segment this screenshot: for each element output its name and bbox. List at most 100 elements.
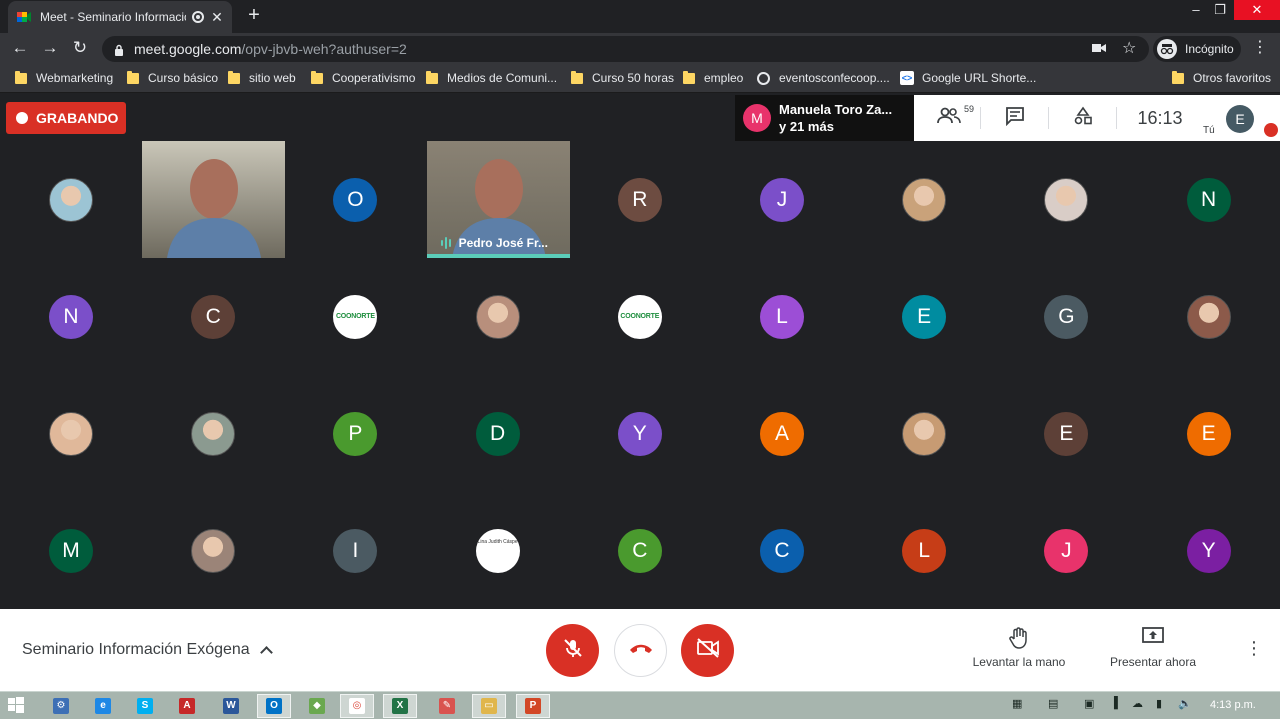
document-avatar: Lina Judith Cáspe — [475, 528, 520, 573]
notes-tray-icon[interactable]: ▤ — [1048, 697, 1058, 713]
taskbar-app-button[interactable]: ✎ — [430, 694, 464, 718]
leave-call-button[interactable] — [614, 624, 667, 677]
taskbar-app-button[interactable]: ▭ — [472, 694, 506, 718]
raise-hand-label: Levantar la mano — [972, 655, 1066, 669]
network-icon[interactable]: ▮ — [1156, 697, 1162, 713]
bookmark-cooperativismo[interactable]: Cooperativismo — [311, 70, 415, 86]
participant-tile[interactable] — [1138, 258, 1280, 375]
participant-tile[interactable] — [142, 141, 286, 258]
participant-tile[interactable]: N — [0, 258, 142, 375]
grid-tray-icon[interactable]: ▦ — [1012, 697, 1022, 713]
bookmark-star-icon[interactable]: ☆ — [1122, 36, 1136, 62]
participant-tile[interactable] — [995, 141, 1137, 258]
bookmark-medios[interactable]: Medios de Comuni... — [426, 70, 557, 86]
browser-tab[interactable]: Meet - Seminario Informació ✕ — [8, 1, 232, 33]
participant-tile[interactable] — [427, 258, 569, 375]
meeting-clock: 16:13 — [1137, 107, 1183, 128]
participant-tile[interactable]: C — [711, 492, 853, 609]
participant-tile[interactable]: C — [569, 492, 711, 609]
new-tab-button[interactable]: + — [244, 4, 264, 27]
taskbar-app-button[interactable]: e — [86, 694, 120, 718]
bookmark-eventosconfecoop[interactable]: eventosconfecoop.... — [757, 70, 890, 86]
address-bar[interactable]: meet.google.com/opv-jbvb-weh?authuser=2 … — [102, 36, 1149, 62]
present-now-button[interactable]: Presentar ahora — [1101, 627, 1205, 669]
participant-tile[interactable]: C — [142, 258, 284, 375]
participant-tile[interactable]: O — [284, 141, 426, 258]
participant-tile[interactable] — [0, 141, 142, 258]
taskbar-app-button[interactable]: ◎ — [340, 694, 374, 718]
camera-in-use-icon[interactable] — [1092, 36, 1106, 62]
back-button[interactable]: ← — [10, 38, 30, 58]
bookmark-curso-50-horas[interactable]: Curso 50 horas — [571, 70, 674, 86]
window-restore-button[interactable]: ❐ — [1210, 0, 1230, 20]
battery-icon[interactable]: ▐ — [1110, 697, 1118, 713]
participant-tile[interactable]: J — [711, 141, 853, 258]
participant-tile[interactable]: E — [1138, 375, 1280, 492]
bookmark-otros-favoritos[interactable]: Otros favoritos — [1172, 70, 1271, 86]
participant-tile[interactable]: Y — [1138, 492, 1280, 609]
participant-tile[interactable]: COONORTE — [569, 258, 711, 375]
participant-tile[interactable]: Y — [569, 375, 711, 492]
participant-tile[interactable]: A — [711, 375, 853, 492]
volume-icon[interactable]: 🔈 — [1178, 697, 1192, 713]
taskbar-app-button[interactable]: W — [214, 694, 248, 718]
participant-tile[interactable] — [142, 375, 284, 492]
self-avatar[interactable]: E — [1226, 105, 1254, 133]
participant-tile[interactable] — [853, 375, 995, 492]
incognito-indicator[interactable]: Incógnito — [1153, 36, 1241, 62]
taskbar-app-button[interactable]: O — [257, 694, 291, 718]
browser-menu-button[interactable]: ⋮ — [1252, 38, 1268, 58]
browser-tab-strip: Meet - Seminario Informació ✕ + – ❐ ✕ — [0, 0, 1280, 33]
window-minimize-button[interactable]: – — [1186, 0, 1206, 20]
meeting-details-button[interactable]: Seminario Información Exógena — [22, 641, 273, 659]
activities-button[interactable] — [1060, 95, 1106, 141]
divider — [1048, 107, 1049, 129]
participant-tile[interactable]: Pedro José Fr... — [426, 141, 570, 258]
participant-tile[interactable]: E — [853, 258, 995, 375]
participant-tile[interactable]: G — [995, 258, 1137, 375]
participant-tile[interactable]: P — [284, 375, 426, 492]
app-icon: ◆ — [309, 698, 325, 714]
bookmark-webmarketing[interactable]: Webmarketing — [15, 70, 113, 86]
taskbar-app-button[interactable]: ◆ — [300, 694, 334, 718]
microphone-toggle-button[interactable] — [546, 624, 599, 677]
participant-tile[interactable] — [0, 375, 142, 492]
taskbar-app-button[interactable]: P — [516, 694, 550, 718]
bookmark-sitio-web[interactable]: sitio web — [228, 70, 296, 86]
participant-tile[interactable] — [853, 141, 995, 258]
image-tray-icon[interactable]: ▣ — [1084, 697, 1094, 713]
close-tab-icon[interactable]: ✕ — [210, 9, 224, 26]
active-speaker-box[interactable]: M Manuela Toro Za... y 21 más — [735, 95, 914, 141]
participant-tile[interactable]: R — [569, 141, 711, 258]
participant-tile[interactable]: L — [853, 492, 995, 609]
recording-badge[interactable]: GRABANDO — [6, 102, 126, 134]
raise-hand-button[interactable]: Levantar la mano — [964, 627, 1074, 669]
more-options-button[interactable]: ⋮ — [1245, 639, 1263, 657]
participant-tile[interactable]: I — [284, 492, 426, 609]
participant-tile[interactable]: N — [1138, 141, 1280, 258]
bookmark-google-url-shortener[interactable]: <> Google URL Shorte... — [900, 70, 1036, 86]
taskbar-app-button[interactable]: S — [128, 694, 162, 718]
participant-tile[interactable]: J — [995, 492, 1137, 609]
reload-button[interactable]: ↻ — [70, 38, 90, 58]
taskbar-clock[interactable]: 4:13 p.m. — [1210, 699, 1256, 711]
bookmark-curso-basico[interactable]: Curso básico — [127, 70, 218, 86]
taskbar-app-button[interactable]: X — [383, 694, 417, 718]
participant-tile[interactable]: D — [427, 375, 569, 492]
participant-tile[interactable]: L — [711, 258, 853, 375]
participant-tile[interactable]: M — [0, 492, 142, 609]
participant-tile[interactable]: E — [995, 375, 1137, 492]
windows-logo-icon[interactable] — [8, 697, 24, 713]
taskbar-app-button[interactable]: ⚙ — [44, 694, 78, 718]
people-button[interactable]: 59 — [924, 95, 974, 141]
chat-button[interactable] — [992, 95, 1038, 141]
participant-tile[interactable]: COONORTE — [284, 258, 426, 375]
camera-toggle-button[interactable] — [681, 624, 734, 677]
participant-tile[interactable] — [142, 492, 284, 609]
taskbar-app-button[interactable]: A — [170, 694, 204, 718]
bookmark-empleo[interactable]: empleo — [683, 70, 743, 86]
window-close-button[interactable]: ✕ — [1234, 0, 1280, 20]
forward-button[interactable]: → — [40, 38, 60, 58]
cloud-icon[interactable]: ☁ — [1132, 697, 1143, 713]
participant-tile[interactable]: Lina Judith Cáspe — [427, 492, 569, 609]
